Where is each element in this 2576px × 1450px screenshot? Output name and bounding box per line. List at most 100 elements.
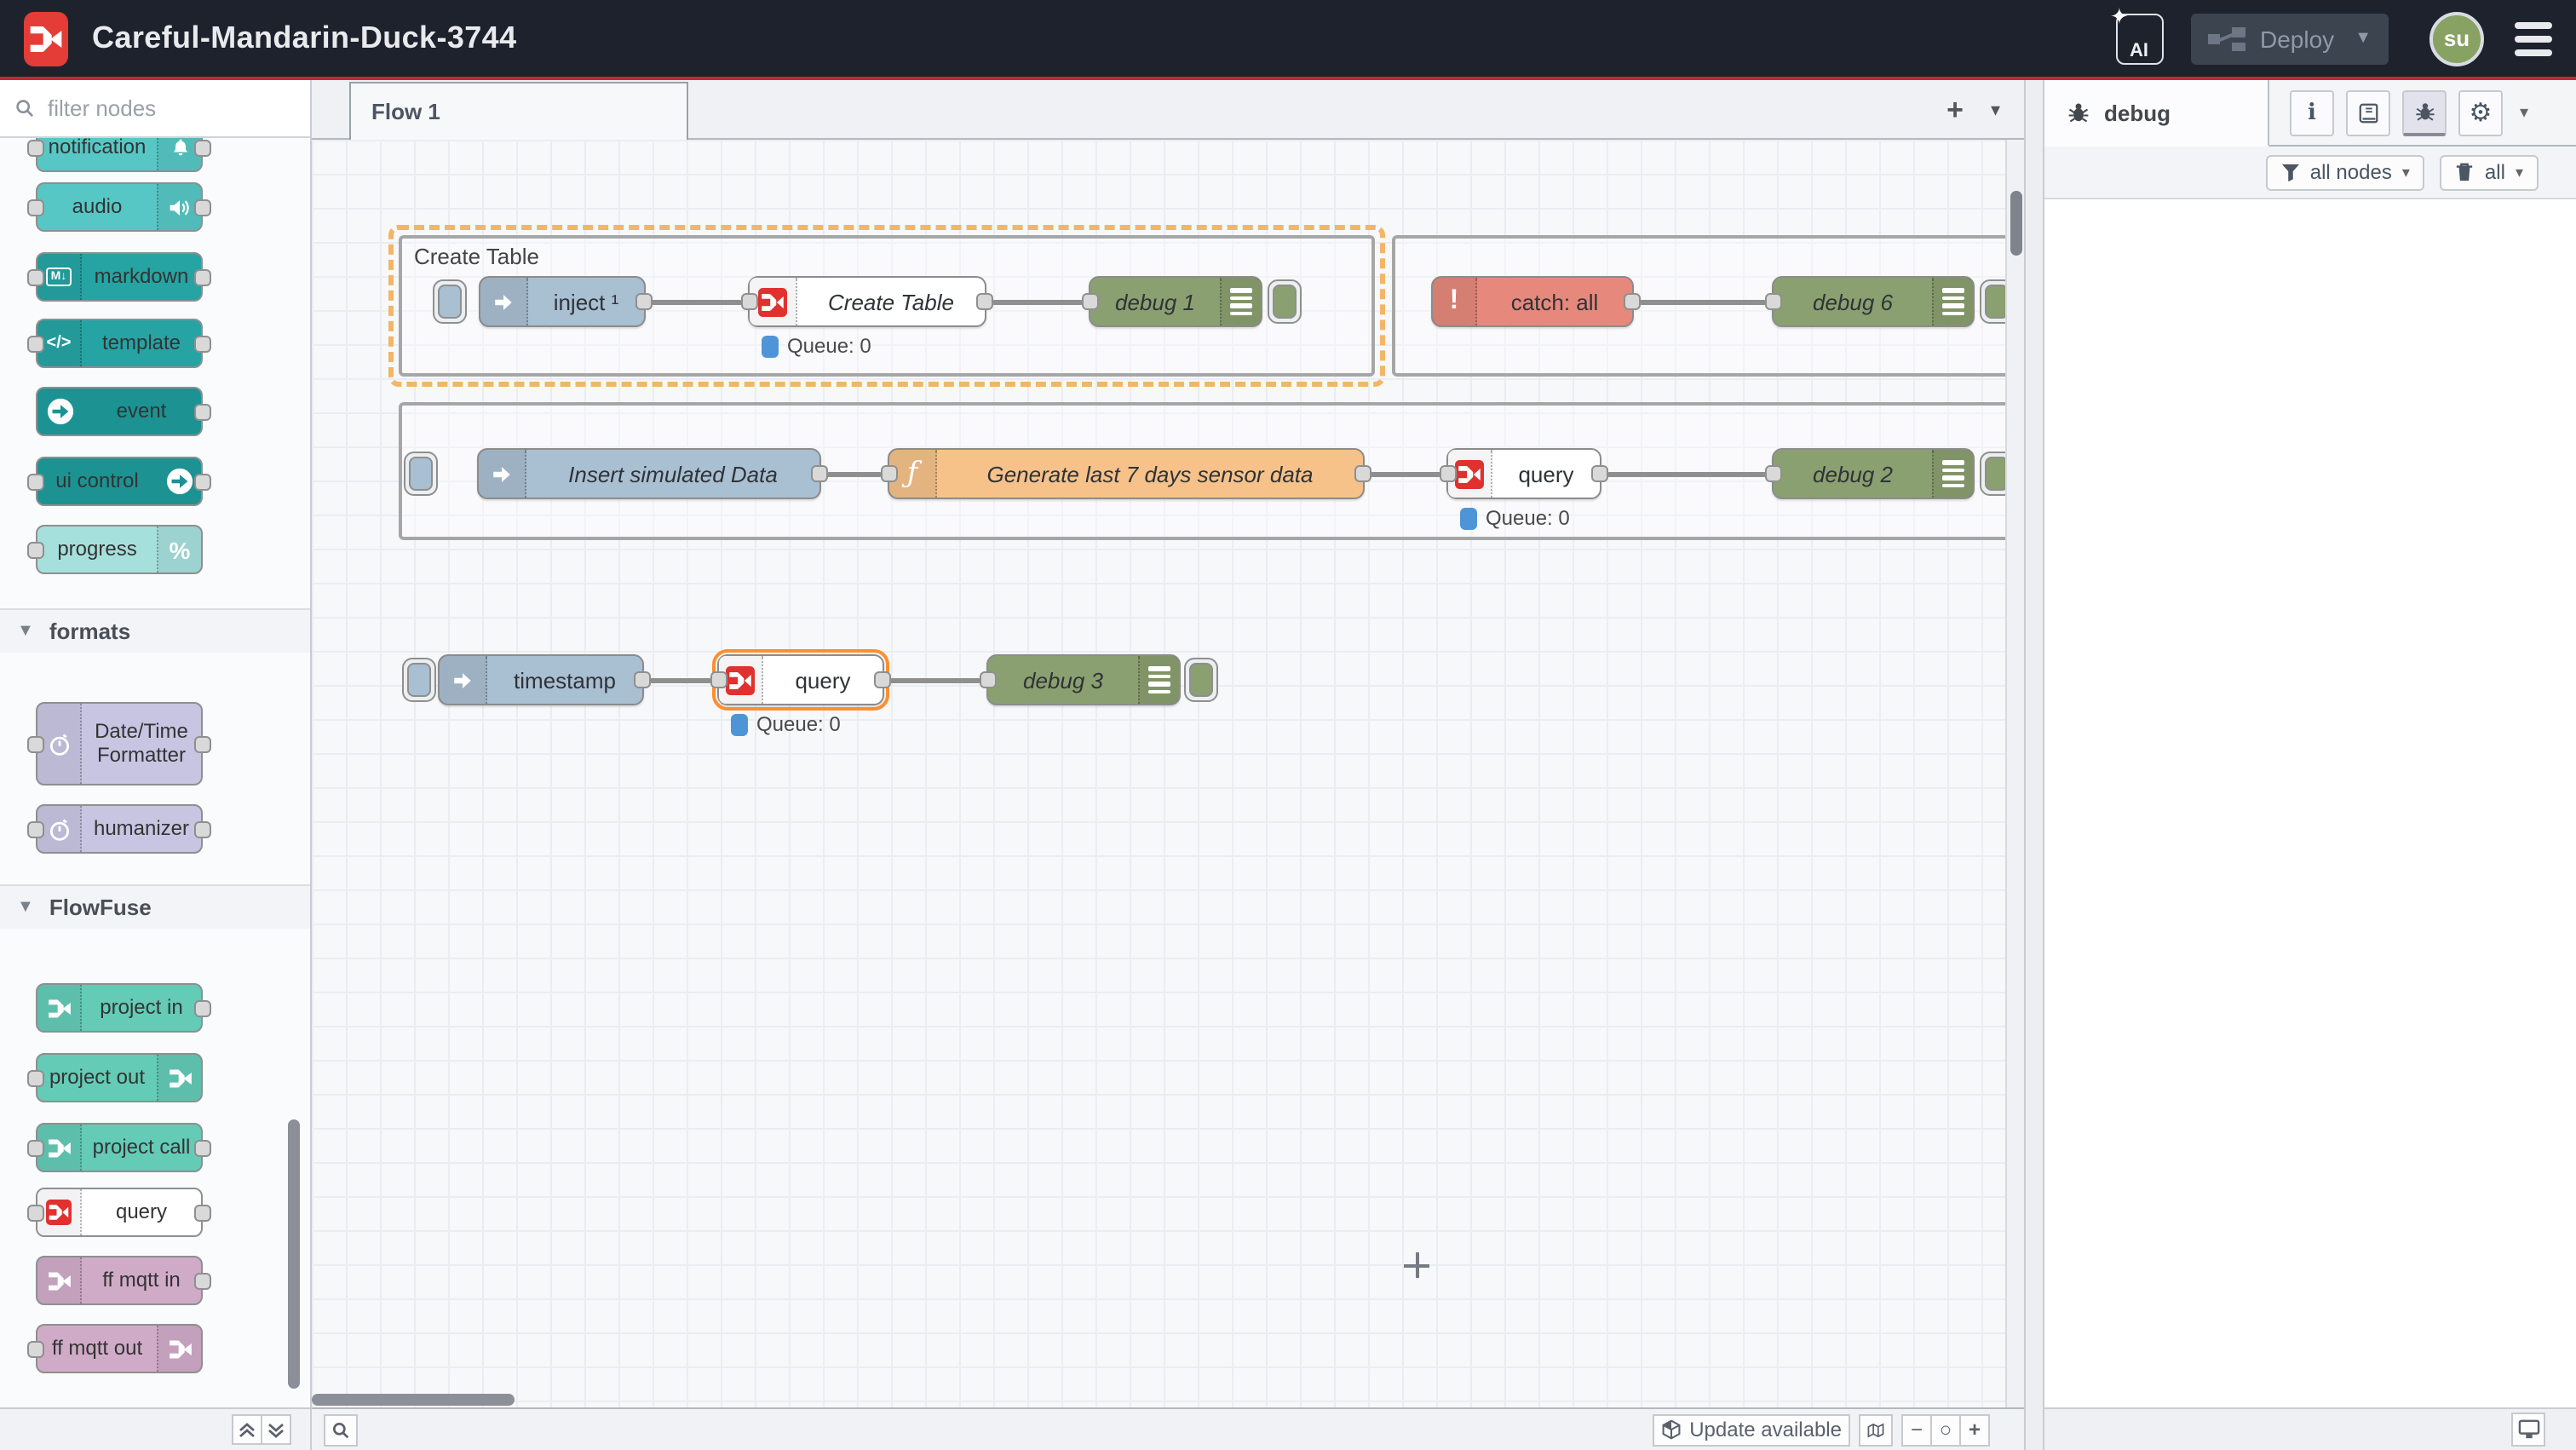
port[interactable] — [1765, 293, 1782, 310]
canvas-horizontal-scrollbar[interactable] — [312, 1394, 515, 1406]
palette-node-project-out[interactable]: project out — [36, 1053, 203, 1102]
node-debug-2[interactable]: debug 2 — [1772, 448, 1975, 499]
palette-collapse-up-button[interactable] — [232, 1414, 262, 1445]
bug-icon — [2413, 101, 2435, 123]
port — [27, 199, 44, 216]
port[interactable] — [1082, 293, 1099, 310]
debug-clear-button[interactable]: all ▾ — [2441, 154, 2539, 190]
debug-toggle-button[interactable] — [1980, 452, 2005, 496]
deploy-button[interactable]: Deploy ▼ — [2190, 13, 2389, 64]
wire[interactable] — [889, 678, 981, 683]
port[interactable] — [1591, 465, 1608, 482]
flowfuse-logo-icon[interactable] — [24, 11, 68, 66]
ai-assistant-button[interactable]: ✦ AI — [2115, 13, 2163, 64]
sidebar-tab-config-button[interactable]: ⚙ — [2458, 89, 2503, 135]
palette-node-progress[interactable]: progress % — [36, 525, 203, 574]
palette-section-flowfuse[interactable]: ▼ FlowFuse — [0, 884, 310, 929]
wire[interactable] — [651, 300, 743, 305]
port[interactable] — [1624, 293, 1641, 310]
inject-trigger-button[interactable] — [402, 658, 436, 702]
palette-node-ui-control[interactable]: ui control — [36, 457, 203, 506]
sidebar-splitter[interactable] — [2024, 80, 2044, 1450]
add-flow-button[interactable]: + — [1946, 93, 1964, 127]
debug-filter-button[interactable]: all nodes ▾ — [2266, 154, 2425, 190]
sidebar-tab-info-button[interactable]: i — [2290, 89, 2334, 135]
port[interactable] — [976, 293, 993, 310]
palette-scrollbar[interactable] — [288, 1119, 300, 1389]
palette-node-template[interactable]: </> template — [36, 319, 203, 368]
user-avatar[interactable]: su — [2429, 11, 2484, 66]
wire[interactable] — [649, 678, 712, 683]
port[interactable] — [1440, 465, 1457, 482]
debug-toggle-button[interactable] — [1184, 658, 1218, 702]
palette-node-datetime-formatter[interactable]: Date/Time Formatter — [36, 702, 203, 785]
sidebar-tab-help-button[interactable] — [2346, 89, 2390, 135]
sidebar-tabs-caret[interactable]: ▾ — [2520, 103, 2528, 122]
wire[interactable] — [1639, 300, 1767, 305]
open-in-window-button[interactable] — [2511, 1413, 2545, 1447]
node-create-table-query[interactable]: Create Table — [748, 276, 986, 327]
port[interactable] — [811, 465, 828, 482]
minimap-button[interactable] — [1859, 1413, 1893, 1446]
inject-trigger-button[interactable] — [433, 279, 467, 324]
palette-node-event[interactable]: event — [36, 387, 203, 436]
port — [194, 473, 211, 490]
port[interactable] — [980, 671, 997, 688]
zoom-reset-button[interactable]: ○ — [1930, 1413, 1961, 1446]
palette-node-humanizer[interactable]: humanizer — [36, 804, 203, 854]
debug-toggle-button[interactable] — [1980, 279, 2005, 324]
tab-flow-1[interactable]: Flow 1 — [349, 82, 688, 140]
main-menu-button[interactable] — [2515, 21, 2552, 55]
node-query-2[interactable]: query — [1446, 448, 1601, 499]
port[interactable] — [634, 671, 651, 688]
node-debug-1[interactable]: debug 1 — [1089, 276, 1262, 327]
node-query-3-selected[interactable]: query — [717, 654, 884, 705]
node-inject-1[interactable]: inject ¹ — [479, 276, 646, 327]
flow-canvas[interactable]: Create Table — [312, 140, 2005, 1407]
palette-filter[interactable] — [0, 80, 310, 138]
zoom-in-button[interactable]: + — [1959, 1413, 1990, 1446]
flow-list-caret[interactable]: ▾ — [1991, 99, 2000, 121]
port[interactable] — [741, 293, 758, 310]
palette-node-project-call[interactable]: project call — [36, 1123, 203, 1172]
port — [194, 1272, 211, 1289]
port[interactable] — [1354, 465, 1371, 482]
deploy-caret-icon[interactable]: ▼ — [2355, 29, 2372, 48]
palette-node-project-in[interactable]: project in — [36, 983, 203, 1033]
node-insert-simulated-data[interactable]: Insert simulated Data — [477, 448, 821, 499]
palette-node-ff-mqtt-out[interactable]: ff mqtt out — [36, 1324, 203, 1373]
node-timestamp[interactable]: timestamp — [438, 654, 644, 705]
debug-toggle-button[interactable] — [1268, 279, 1302, 324]
debug-messages-panel[interactable] — [2044, 199, 2576, 1407]
palette-section-formats[interactable]: ▼ formats — [0, 608, 310, 653]
port[interactable] — [710, 671, 727, 688]
port[interactable] — [881, 465, 898, 482]
wire[interactable] — [826, 472, 883, 477]
sidebar-tab-debug[interactable]: debug — [2044, 80, 2269, 147]
sidebar-tab-debug-button[interactable] — [2402, 89, 2447, 135]
palette-node-ff-mqtt-in[interactable]: ff mqtt in — [36, 1256, 203, 1305]
palette-node-notification[interactable]: notification — [36, 138, 203, 172]
wire[interactable] — [1607, 472, 1767, 477]
palette-node-audio[interactable]: audio — [36, 182, 203, 232]
palette-filter-input[interactable] — [44, 94, 266, 123]
update-available-button[interactable]: Update available — [1652, 1413, 1850, 1446]
palette-collapse-down-button[interactable] — [261, 1414, 291, 1445]
search-flows-button[interactable] — [324, 1413, 358, 1446]
palette-node-markdown[interactable]: M↓ markdown — [36, 252, 203, 302]
flowfuse-fork-glyph — [29, 20, 63, 57]
zoom-out-button[interactable]: − — [1901, 1413, 1932, 1446]
node-debug-3[interactable]: debug 3 — [986, 654, 1181, 705]
inject-trigger-button[interactable] — [404, 452, 438, 496]
wire[interactable] — [992, 300, 1084, 305]
palette-node-query[interactable]: query — [36, 1188, 203, 1237]
node-debug-6[interactable]: debug 6 — [1772, 276, 1975, 327]
canvas-vertical-scrollbar[interactable] — [2010, 191, 2022, 256]
port[interactable] — [1765, 465, 1782, 482]
port[interactable] — [874, 671, 891, 688]
palette-scroll-area[interactable]: notification audio M↓ — [0, 138, 310, 1407]
node-catch-all[interactable]: ! catch: all — [1431, 276, 1634, 327]
wire[interactable] — [1370, 472, 1441, 477]
node-generate-sensor-data-function[interactable]: ƒ Generate last 7 days sensor data — [888, 448, 1365, 499]
port[interactable] — [635, 293, 653, 310]
